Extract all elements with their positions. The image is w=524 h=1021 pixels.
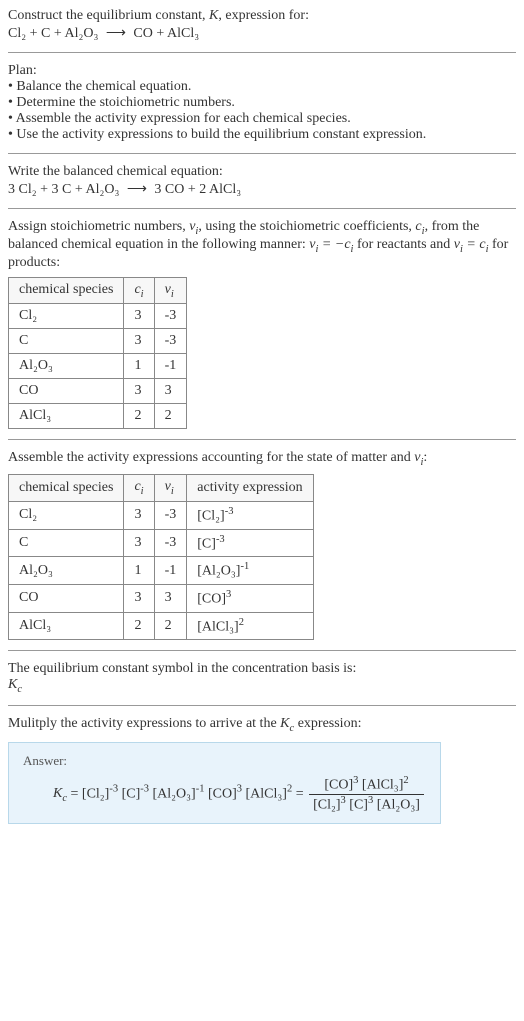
stoich-table: chemical species ci νi Cl₂3-3 C3-3 Al₂O₃… — [8, 277, 187, 430]
divider — [8, 439, 516, 440]
ksymbol-section: The equilibrium constant symbol in the c… — [8, 661, 516, 695]
col-nui: νi — [154, 277, 187, 304]
col-species: chemical species — [9, 475, 124, 502]
col-activity: activity expression — [187, 475, 313, 502]
col-ci: ci — [124, 475, 154, 502]
balanced-section: Write the balanced chemical equation: 3 … — [8, 164, 516, 198]
plan-header: Plan: — [8, 63, 516, 79]
kc-symbol: Kc — [280, 716, 294, 731]
table-row: Al₂O₃1-1[Al₂O₃]-1 — [9, 557, 314, 585]
answer-expression: Kc = [Cl₂]-3 [C]-3 [Al₂O₃]-1 [CO]3 [AlCl… — [23, 775, 426, 813]
answer-box: Answer: Kc = [Cl₂]-3 [C]-3 [Al₂O₃]-1 [CO… — [8, 742, 441, 824]
plan-bullet-4: • Use the activity expressions to build … — [8, 127, 516, 143]
answer-label: Answer: — [23, 753, 426, 769]
assign-text-b: , using the stoichiometric coefficients, — [198, 219, 415, 234]
nu-i: νi — [189, 219, 198, 234]
plan-bullet-2: • Determine the stoichiometric numbers. — [8, 95, 516, 111]
col-species: chemical species — [9, 277, 124, 304]
balanced-products: 3 CO + 2 AlCl₃ — [154, 182, 241, 197]
table-header-row: chemical species ci νi — [9, 277, 187, 304]
divider — [8, 52, 516, 53]
table-header-row: chemical species ci νi activity expressi… — [9, 475, 314, 502]
col-nui: νi — [154, 475, 187, 502]
table-row: CO33[CO]3 — [9, 584, 314, 612]
kc-symbol: Kc — [8, 677, 22, 692]
balanced-reactants: 3 Cl₂ + 3 C + Al₂O₃ — [8, 182, 119, 197]
table-row: AlCl₃22 — [9, 404, 187, 429]
table-row: CO33 — [9, 379, 187, 404]
table-row: Al₂O₃1-1 — [9, 354, 187, 379]
arrow-icon: ⟶ — [102, 24, 130, 40]
unbalanced-products: CO + AlCl₃ — [133, 26, 199, 41]
table-row: Cl₂3-3[Cl₂]-3 — [9, 501, 314, 529]
assign-text-d: for reactants and — [353, 237, 453, 252]
plan-bullet-3: • Assemble the activity expression for e… — [8, 111, 516, 127]
numerator: [CO]3 [AlCl₃]2 — [309, 775, 424, 795]
c-i: ci — [415, 219, 424, 234]
divider — [8, 650, 516, 651]
table-row: C3-3 — [9, 329, 187, 354]
col-ci: ci — [124, 277, 154, 304]
prompt-section: Construct the equilibrium constant, K, e… — [8, 8, 516, 42]
ksymbol-text: The equilibrium constant symbol in the c… — [8, 661, 516, 677]
plan-section: Plan: • Balance the chemical equation. •… — [8, 63, 516, 143]
nu-eq-neg-c: νi = −ci — [309, 237, 353, 252]
divider — [8, 208, 516, 209]
assign-section: Assign stoichiometric numbers, νi, using… — [8, 219, 516, 429]
table-row: AlCl₃22[AlCl₃]2 — [9, 612, 314, 640]
fraction: [CO]3 [AlCl₃]2[Cl₂]3 [C]3 [Al₂O₃] — [309, 775, 424, 813]
divider — [8, 153, 516, 154]
balanced-header: Write the balanced chemical equation: — [8, 164, 516, 180]
assemble-section: Assemble the activity expressions accoun… — [8, 450, 516, 640]
prompt-text-a: Construct the equilibrium constant, — [8, 8, 209, 23]
prompt-text-b: , expression for: — [218, 8, 309, 23]
table-row: Cl₂3-3 — [9, 304, 187, 329]
activity-table: chemical species ci νi activity expressi… — [8, 474, 314, 640]
denominator: [Cl₂]3 [C]3 [Al₂O₃] — [309, 795, 424, 814]
plan-bullet-1: • Balance the chemical equation. — [8, 79, 516, 95]
assign-text-a: Assign stoichiometric numbers, — [8, 219, 189, 234]
assemble-text-b: : — [423, 450, 427, 465]
unbalanced-reactants: Cl₂ + C + Al₂O₃ — [8, 26, 98, 41]
multiply-section: Mulitply the activity expressions to arr… — [8, 716, 516, 824]
assemble-text-a: Assemble the activity expressions accoun… — [8, 450, 414, 465]
multiply-text-b: expression: — [294, 716, 361, 731]
divider — [8, 705, 516, 706]
multiply-text-a: Mulitply the activity expressions to arr… — [8, 716, 280, 731]
nu-eq-c: νi = ci — [454, 237, 489, 252]
k-symbol: K — [209, 8, 218, 23]
table-row: C3-3[C]-3 — [9, 529, 314, 557]
arrow-icon: ⟶ — [123, 180, 151, 196]
